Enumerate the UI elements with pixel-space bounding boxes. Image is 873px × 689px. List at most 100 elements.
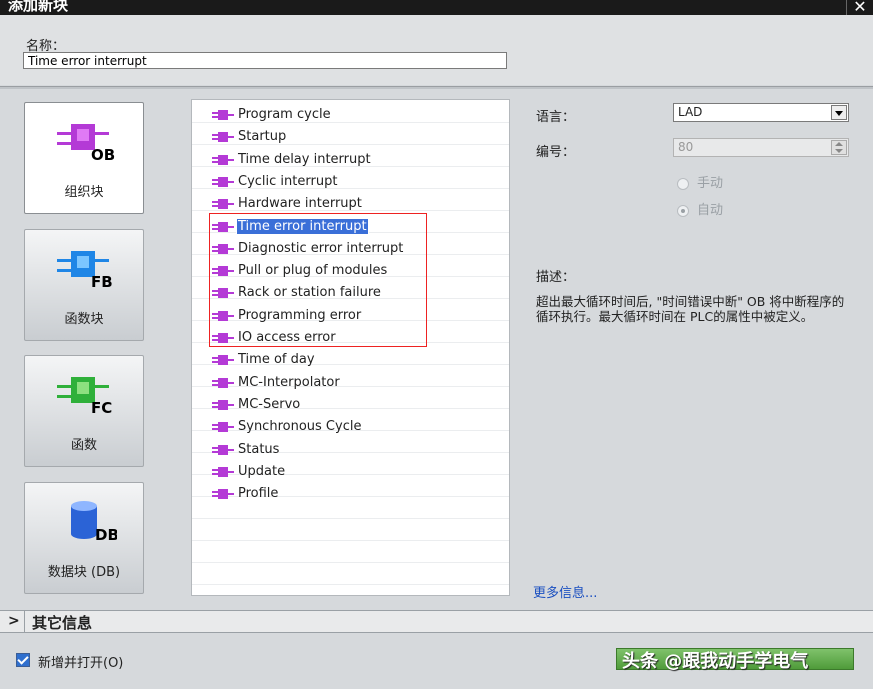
block-button-db[interactable]: DB 数据块 (DB) (24, 482, 144, 594)
block-icon (212, 110, 234, 120)
other-info-bar[interactable]: > 其它信息 (0, 610, 873, 633)
description-text: 超出最大循环时间后, "时间错误中断" OB 将中断程序的循环执行。最大循环时间… (536, 294, 845, 324)
list-item-label: IO access error (238, 330, 336, 345)
list-item-label: Time of day (238, 352, 315, 368)
list-item-label: MC-Servo (238, 396, 301, 412)
list-item-label: Programming error (238, 307, 362, 323)
block-icon (212, 132, 234, 143)
radio-manual-label: 手动 (697, 176, 724, 191)
block-icon (212, 422, 234, 433)
list-item[interactable]: Startup (212, 127, 287, 147)
list-item-label: Status (238, 441, 280, 457)
list-item-label: Update (238, 463, 286, 479)
block-label: 函数 (70, 438, 97, 453)
block-icon (212, 355, 234, 366)
radio-circle-icon (677, 177, 689, 190)
list-item[interactable]: Synchronous Cycle (212, 417, 362, 437)
block-badge-text: OB (91, 146, 115, 162)
language-select[interactable]: LAD (673, 103, 849, 122)
list-item-label: Synchronous Cycle (238, 419, 362, 435)
block-icon (212, 377, 234, 388)
ob-type-list[interactable]: Program cycle Startup Time delay interrupt… (191, 99, 510, 596)
list-item-label: Pull or plug of modules (238, 263, 388, 279)
chevron-down-icon[interactable] (831, 105, 847, 120)
block-icon (212, 243, 234, 254)
list-item-label: MC-Interpolator (238, 374, 340, 390)
list-item[interactable]: IO access error (212, 328, 337, 348)
list-item[interactable]: Time of day (212, 350, 316, 370)
list-item[interactable]: MC-Interpolator (212, 373, 341, 393)
more-info-link[interactable]: 更多信息... (533, 582, 597, 601)
add-open-label: 新增并打开(O) (38, 656, 124, 671)
list-item[interactable]: Status (212, 440, 280, 460)
list-item-label: Diagnostic error interrupt (238, 240, 404, 256)
list-item[interactable]: Program cycle (212, 105, 332, 125)
list-item[interactable]: Time error interrupt (212, 217, 369, 237)
block-button-fc[interactable]: FC 函数 (24, 355, 144, 467)
block-icon (212, 489, 234, 500)
block-label: 函数块 (64, 312, 104, 327)
watermark-text: 头条 @跟我动手学电气 (622, 651, 809, 672)
block-button-ob[interactable]: OB 组织块 (24, 102, 144, 214)
divider (24, 611, 25, 632)
radio-auto[interactable]: 自动 (677, 199, 723, 218)
list-item[interactable]: Cyclic interrupt (212, 172, 338, 192)
block-fc-icon: FC (57, 377, 112, 415)
block-badge-text: FB (91, 273, 113, 289)
block-icon (212, 310, 234, 321)
block-ob-icon: OB (57, 124, 115, 162)
block-icon (212, 221, 234, 232)
name-input[interactable] (23, 52, 507, 69)
block-icon (212, 288, 234, 299)
list-item[interactable]: Pull or plug of modules (212, 261, 388, 281)
block-icon (212, 399, 234, 410)
add-open-checkbox[interactable] (16, 653, 30, 667)
block-icon (212, 154, 234, 165)
radio-auto-label: 自动 (697, 203, 724, 218)
description-label: 描述： (536, 270, 576, 285)
list-item[interactable]: Diagnostic error interrupt (212, 239, 404, 259)
spinner-icon[interactable] (831, 140, 847, 155)
list-item-label: Program cycle (238, 107, 331, 122)
list-item[interactable]: Programming error (212, 306, 362, 326)
radio-circle-icon (677, 204, 689, 217)
list-item[interactable]: Rack or station failure (212, 283, 382, 303)
block-button-fb[interactable]: FB 函数块 (24, 229, 144, 341)
number-stepper[interactable]: 80 (673, 138, 849, 157)
list-item-label: Profile (238, 486, 279, 502)
block-fb-icon: FB (57, 251, 113, 289)
list-item[interactable]: Profile (212, 484, 279, 504)
number-value: 80 (678, 140, 694, 154)
block-badge-text: DB (95, 526, 117, 542)
list-item[interactable]: Time delay interrupt (212, 150, 372, 170)
list-item-label: Rack or station failure (238, 285, 381, 301)
list-item-label: Startup (238, 129, 287, 145)
number-label: 编号： (536, 145, 576, 160)
chevron-right-icon[interactable]: > (8, 613, 20, 629)
list-item-label: Time delay interrupt (238, 151, 371, 167)
list-item-label: Time error interrupt (236, 217, 369, 235)
list-item[interactable]: Update (212, 462, 286, 482)
block-icon (212, 266, 234, 277)
data-block-icon: DB (71, 501, 117, 542)
block-icon (212, 176, 234, 187)
list-item-label: Hardware interrupt (238, 196, 362, 212)
dialog-titlebar: 添加新块 ✕ (0, 0, 873, 15)
name-panel: 名称： (0, 15, 873, 85)
footer: 新增并打开(O) 头条 @跟我动手学电气 (0, 633, 873, 689)
language-value: LAD (678, 105, 703, 119)
list-item-label: Cyclic interrupt (238, 173, 338, 189)
block-label: 组织块 (64, 185, 104, 200)
other-info-label: 其它信息 (32, 614, 93, 632)
block-type-panel: OB 组织块 FB 函数块 FC 函数 DB 数据块 (DB) (0, 89, 170, 610)
close-icon[interactable]: ✕ (846, 0, 873, 15)
list-item[interactable]: Hardware interrupt (212, 194, 363, 214)
dialog-title: 添加新块 (8, 0, 69, 14)
list-item[interactable]: MC-Servo (212, 395, 301, 415)
block-badge-text: FC (91, 399, 112, 415)
block-icon (212, 444, 234, 455)
block-icon (212, 333, 234, 343)
language-label: 语言： (536, 110, 576, 125)
radio-manual[interactable]: 手动 (677, 172, 723, 191)
block-icon (212, 466, 234, 477)
